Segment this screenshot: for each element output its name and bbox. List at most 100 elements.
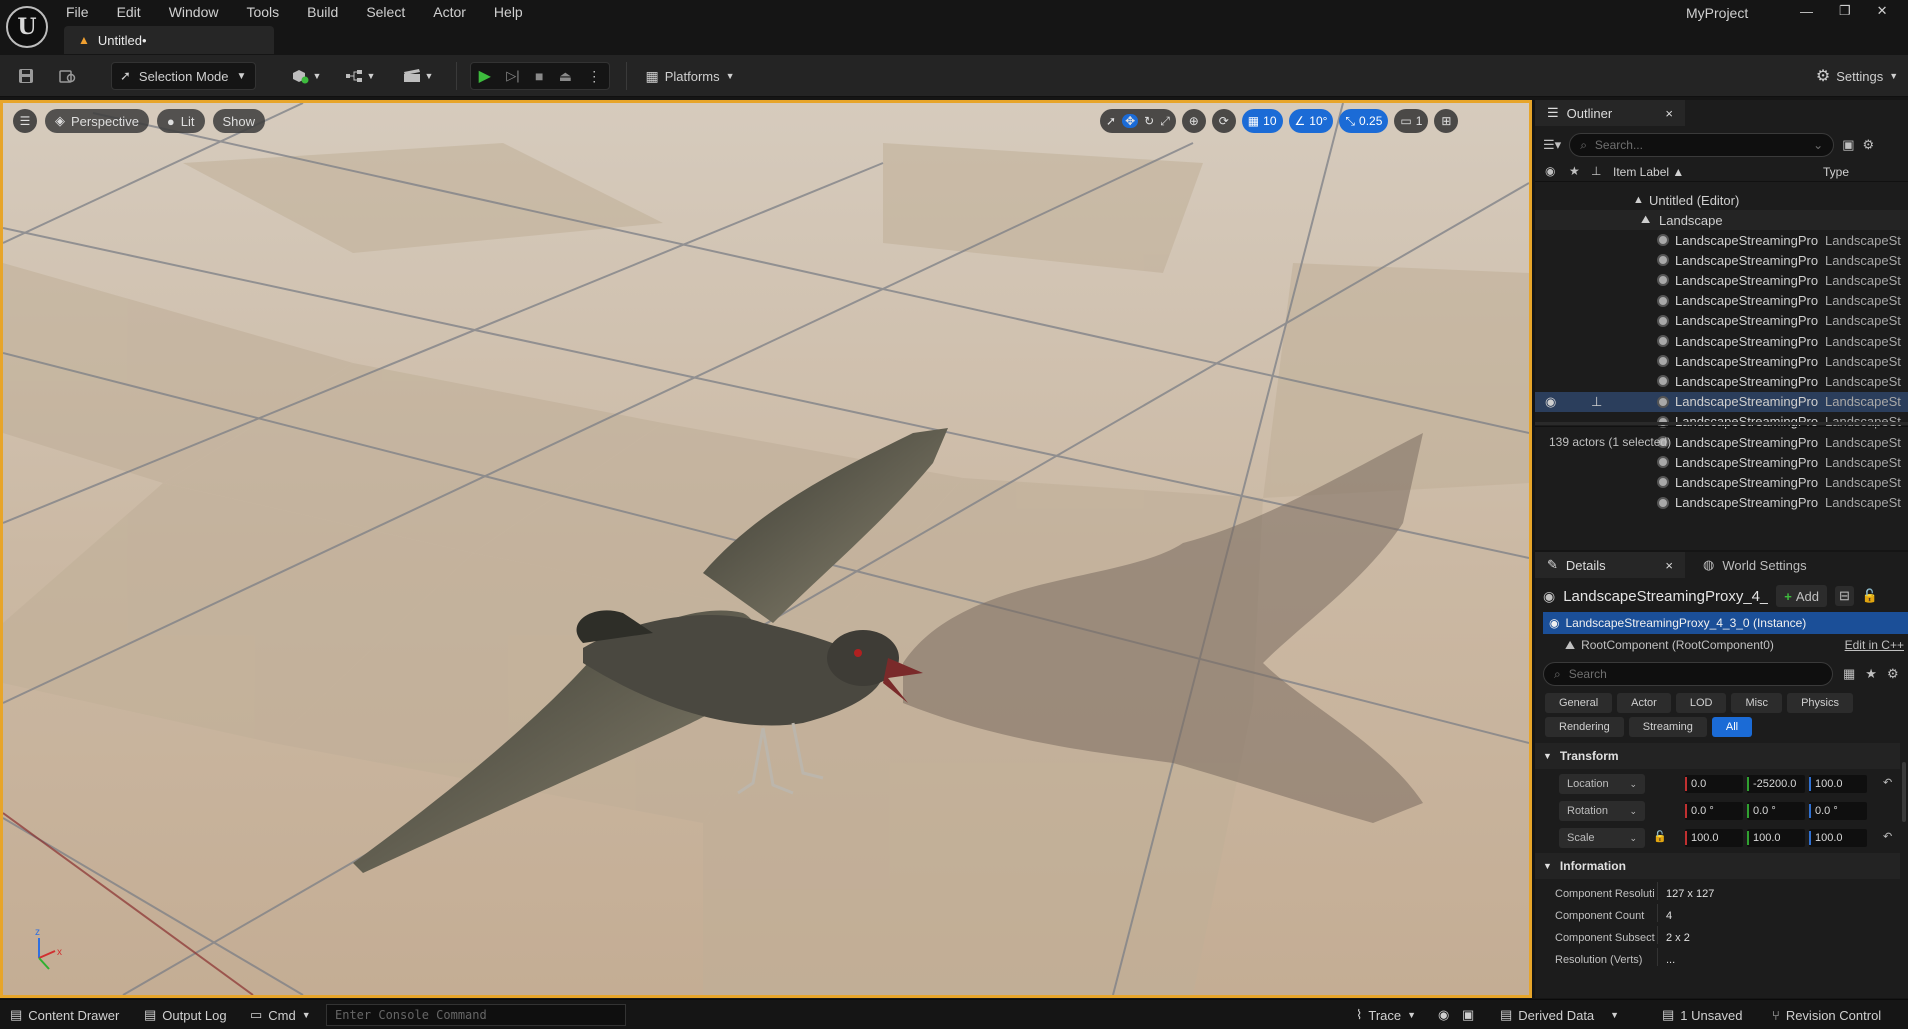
rotate-icon[interactable]: ↻	[1144, 114, 1154, 128]
item-label-column[interactable]: Item Label ▲	[1613, 165, 1684, 179]
visibility-eye-icon[interactable]: ◉	[1545, 394, 1556, 410]
scale-lock-icon[interactable]: 🔓	[1653, 830, 1667, 843]
perspective-button[interactable]: ◈ Perspective	[45, 109, 149, 133]
scale-z-field[interactable]: 100.0	[1809, 829, 1867, 847]
outliner-tab[interactable]: ☰ Outliner ×	[1535, 100, 1685, 126]
play-icon[interactable]: ▶	[479, 66, 491, 86]
world-settings-tab[interactable]: ◍ World Settings	[1703, 552, 1807, 578]
location-z-field[interactable]: 100.0	[1809, 775, 1867, 793]
scale-x-field[interactable]: 100.0	[1685, 829, 1743, 847]
translate-icon[interactable]: ✥	[1122, 114, 1139, 128]
visibility-eye-icon[interactable]: ◉	[1545, 164, 1555, 178]
outliner-row[interactable]: LandscapeStreamingPro LandscapeSt	[1535, 250, 1908, 270]
camera-speed-button[interactable]: ▭ 1	[1394, 109, 1429, 133]
category-button-streaming[interactable]: Streaming	[1628, 717, 1707, 737]
transform-section-header[interactable]: ▼ Transform	[1535, 743, 1900, 769]
rotation-x-field[interactable]: 0.0 °	[1685, 802, 1743, 820]
save-icon[interactable]	[14, 62, 38, 90]
revision-control-button[interactable]: ⑂ Revision Control	[1772, 1000, 1881, 1029]
rotation-y-field[interactable]: 0.0 °	[1747, 802, 1805, 820]
menu-build[interactable]: Build	[307, 0, 352, 24]
close-tab-icon[interactable]: ×	[1665, 558, 1673, 573]
location-dropdown[interactable]: Location ⌄	[1559, 774, 1645, 794]
browse-icon[interactable]	[56, 62, 80, 90]
platforms-dropdown[interactable]: ▦ Platforms ▼	[640, 62, 740, 90]
level-document-tab[interactable]: ▲ Untitled•	[64, 26, 274, 54]
blueprint-convert-icon[interactable]: ⊟	[1834, 586, 1854, 606]
rotation-dropdown[interactable]: Rotation ⌄	[1559, 801, 1645, 821]
gear-icon[interactable]: ⚙	[1862, 137, 1874, 153]
favorite-star-icon[interactable]: ★	[1865, 666, 1877, 682]
close-window-icon[interactable]: ✕	[1877, 3, 1888, 19]
menu-actor[interactable]: Actor	[433, 0, 480, 24]
category-button-all[interactable]: All	[1711, 717, 1753, 737]
outliner-row[interactable]: LandscapeStreamingPro LandscapeSt	[1535, 331, 1908, 351]
selection-mode-dropdown[interactable]: ➚ Selection Mode ▼	[111, 62, 256, 90]
information-section-header[interactable]: ▼ Information	[1535, 853, 1900, 879]
scale-snap-toggle[interactable]: ⤡ 0.25	[1339, 109, 1389, 133]
menu-file[interactable]: File	[66, 0, 103, 24]
outliner-row[interactable]: LandscapeStreamingPro LandscapeSt	[1535, 311, 1908, 331]
viewport-layout-icon[interactable]: ⊞	[1434, 109, 1459, 133]
scale-icon[interactable]: ⤢	[1160, 114, 1170, 129]
details-scrollbar[interactable]	[1902, 762, 1906, 822]
menu-select[interactable]: Select	[366, 0, 419, 24]
reset-icon[interactable]: ↶	[1883, 776, 1892, 789]
star-icon[interactable]: ★	[1569, 164, 1580, 178]
location-y-field[interactable]: -25200.0	[1747, 775, 1805, 793]
lit-button[interactable]: ● Lit	[156, 109, 205, 133]
restore-icon[interactable]: ❐	[1839, 3, 1851, 19]
derived-data-dropdown[interactable]: ▤ Derived Data ▼	[1500, 1000, 1619, 1029]
outliner-world-row[interactable]: ▲ Untitled (Editor)	[1535, 190, 1908, 210]
category-button-rendering[interactable]: Rendering	[1545, 717, 1624, 737]
add-component-button[interactable]: + Add	[1776, 585, 1827, 607]
category-button-actor[interactable]: Actor	[1617, 693, 1671, 713]
scale-y-field[interactable]: 100.0	[1747, 829, 1805, 847]
outliner-row[interactable]: LandscapeStreamingPro LandscapeSt	[1535, 291, 1908, 311]
add-actor-button[interactable]: ▼	[286, 62, 326, 90]
outliner-row[interactable]: LandscapeStreamingPro LandscapeSt	[1535, 472, 1908, 492]
root-component-row[interactable]: ⛰ RootComponent (RootComponent0) Edit in…	[1565, 634, 1908, 656]
unreal-logo-icon[interactable]: U	[6, 6, 48, 48]
show-button[interactable]: Show	[212, 109, 266, 133]
cinematics-button[interactable]: ▼	[398, 62, 438, 90]
outliner-row[interactable]: ◉ ⊥ LandscapeStreamingPro LandscapeSt	[1535, 391, 1908, 412]
scale-dropdown[interactable]: Scale ⌄	[1559, 828, 1645, 848]
instance-row[interactable]: ◉ LandscapeStreamingProxy_4_3_0 (Instanc…	[1543, 612, 1908, 634]
unsaved-button[interactable]: ▤ 1 Unsaved	[1662, 1000, 1742, 1029]
content-drawer-button[interactable]: ▤ Content Drawer	[10, 1000, 119, 1029]
eject-icon[interactable]: ⏏	[559, 68, 572, 85]
cmd-dropdown[interactable]: ▭ Cmd ▼	[250, 1000, 311, 1029]
category-button-physics[interactable]: Physics	[1787, 693, 1853, 713]
filter-icon[interactable]: ☰▾	[1543, 137, 1561, 153]
pin-icon[interactable]: ⊥	[1591, 394, 1602, 410]
outliner-row[interactable]: LandscapeStreamingPro LandscapeSt	[1535, 351, 1908, 371]
category-button-misc[interactable]: Misc	[1731, 693, 1783, 713]
outliner-search-input[interactable]: ⌕ Search... ⌄	[1569, 133, 1835, 157]
record-icon[interactable]: ◉	[1438, 1000, 1449, 1029]
add-folder-icon[interactable]: ▣	[1842, 137, 1854, 153]
rotation-snap-toggle[interactable]: ∠ 10°	[1288, 109, 1334, 133]
outliner-row[interactable]: LandscapeStreamingPro LandscapeSt	[1535, 230, 1908, 250]
advance-frame-icon[interactable]: ▷|	[506, 68, 519, 84]
outliner-scrollbar[interactable]	[1535, 422, 1908, 425]
category-button-lod[interactable]: LOD	[1675, 693, 1727, 713]
viewport-scene[interactable]: z x	[3, 103, 1529, 995]
grid-snap-toggle[interactable]: ▦ 10	[1241, 109, 1283, 133]
menu-help[interactable]: Help	[494, 0, 537, 24]
hamburger-menu-icon[interactable]: ☰	[13, 109, 37, 133]
type-column[interactable]: Type	[1823, 165, 1849, 179]
blueprint-button[interactable]: ▼	[340, 62, 380, 90]
menu-tools[interactable]: Tools	[246, 0, 293, 24]
reset-icon[interactable]: ↶	[1883, 830, 1892, 843]
console-command-input[interactable]: Enter Console Command	[326, 1004, 626, 1026]
category-button-general[interactable]: General	[1545, 693, 1613, 713]
world-space-icon[interactable]: ⊕	[1181, 109, 1206, 133]
screenshot-icon[interactable]: ▣	[1462, 1000, 1474, 1029]
pin-icon[interactable]: ⊥	[1591, 164, 1601, 178]
lock-icon[interactable]: 🔓	[1862, 588, 1878, 604]
menu-window[interactable]: Window	[169, 0, 233, 24]
gear-icon[interactable]: ⚙	[1887, 666, 1899, 682]
location-x-field[interactable]: 0.0	[1685, 775, 1743, 793]
settings-dropdown[interactable]: ⚙ Settings ▼	[1812, 62, 1902, 90]
